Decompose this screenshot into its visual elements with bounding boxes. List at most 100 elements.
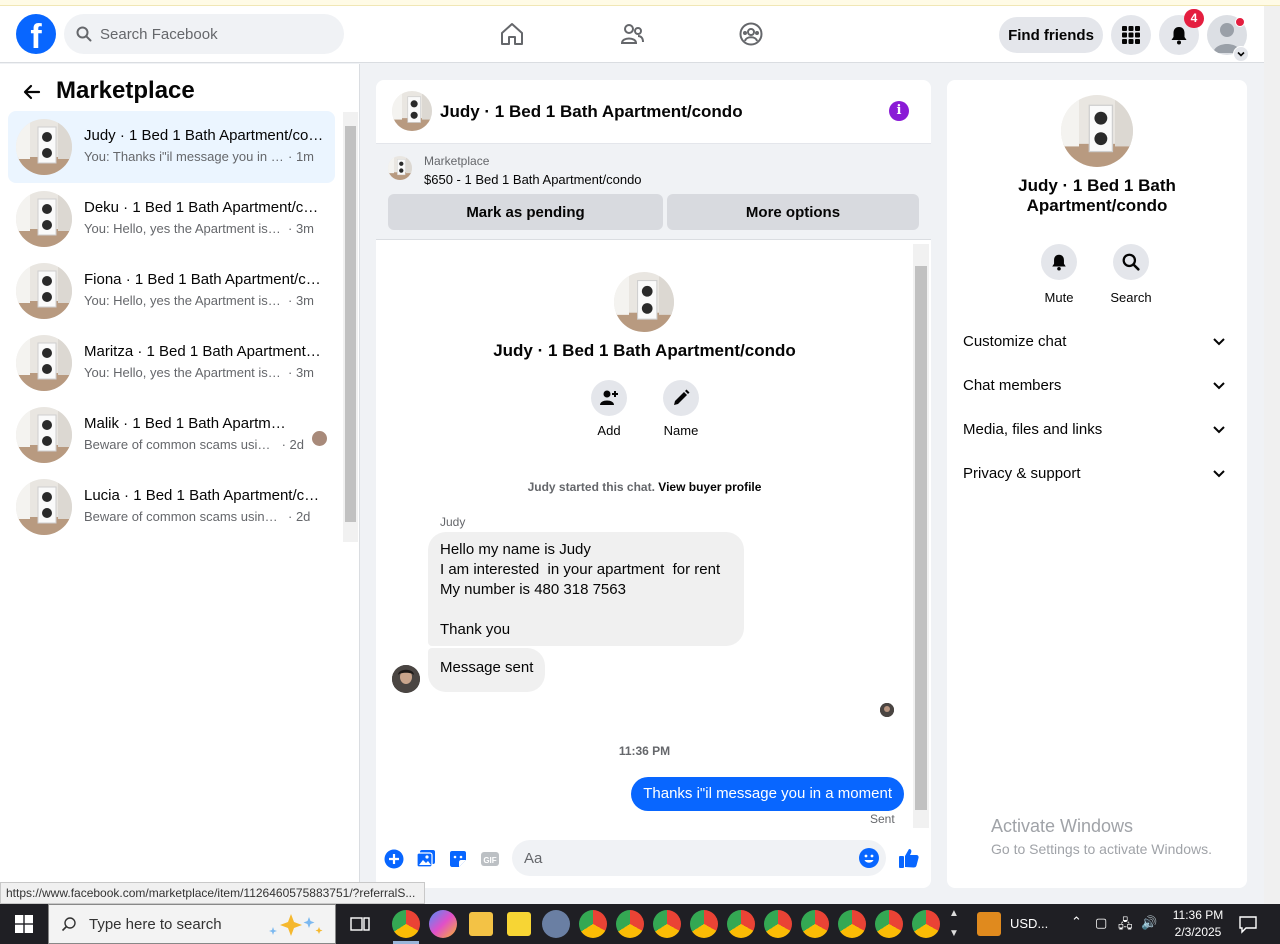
- volume-icon[interactable]: 🔊: [1141, 915, 1157, 931]
- outgoing-message-bubble[interactable]: Thanks i"il message you in a moment: [631, 777, 904, 811]
- message-composer[interactable]: [512, 840, 886, 876]
- chrome-profile-icon[interactable]: [579, 910, 607, 938]
- incoming-message-bubble[interactable]: Hello my name is Judy I am interested in…: [428, 532, 744, 646]
- listing-thumbnail: [16, 191, 72, 247]
- chrome-profile-icon[interactable]: [764, 910, 792, 938]
- mute-button[interactable]: Mute: [1023, 244, 1095, 305]
- grid-menu-icon[interactable]: [1111, 15, 1151, 55]
- view-buyer-profile-link[interactable]: View buyer profile: [658, 480, 761, 494]
- plus-circle-icon[interactable]: [383, 848, 405, 870]
- chrome-app-icon[interactable]: [392, 910, 420, 938]
- windows-start-icon[interactable]: [0, 904, 48, 944]
- conversation-item[interactable]: Judy · 1 Bed 1 Bath Apartment/condo You:…: [8, 111, 335, 183]
- customize-chat-row[interactable]: Customize chat: [955, 321, 1239, 361]
- message-line: I am interested in your apartment for re…: [440, 561, 721, 578]
- currency-widget-icon[interactable]: [977, 912, 1001, 936]
- conversation-name: Fiona · 1 Bed 1 Bath Apartment/condo: [84, 271, 324, 288]
- name-chat-button[interactable]: Name: [651, 380, 711, 438]
- taskbar-overflow-arrows[interactable]: ▲ ▼: [946, 904, 962, 944]
- activate-windows-watermark: Activate Windows Go to Settings to activ…: [991, 816, 1212, 857]
- sticky-notes-icon[interactable]: [507, 912, 531, 936]
- find-friends-button[interactable]: Find friends: [999, 17, 1103, 53]
- conversation-item[interactable]: Maritza · 1 Bed 1 Bath Apartment/condo Y…: [8, 327, 335, 399]
- media-files-links-row[interactable]: Media, files and links: [955, 409, 1239, 449]
- message-line: Hello my name is Judy: [440, 541, 591, 558]
- conversation-item[interactable]: Malik · 1 Bed 1 Bath Apartment/condo Bew…: [8, 399, 335, 471]
- task-view-icon[interactable]: [348, 912, 372, 936]
- link-status-url: https://www.facebook.com/marketplace/ite…: [0, 882, 425, 904]
- search-facebook-box[interactable]: [64, 14, 344, 54]
- privacy-support-row[interactable]: Privacy & support: [955, 453, 1239, 493]
- conversation-snippet: You: Hello, yes the Apartment is still a…: [84, 293, 314, 308]
- photo-icon[interactable]: [415, 848, 437, 870]
- chrome-profile-icon[interactable]: [690, 910, 718, 938]
- paint-app-icon[interactable]: [542, 910, 570, 938]
- listing-thumbnail: [16, 263, 72, 319]
- panel-title: Marketplace: [56, 77, 195, 104]
- conversation-item[interactable]: Deku · 1 Bed 1 Bath Apartment/condo You:…: [8, 183, 335, 255]
- search-input[interactable]: [100, 25, 320, 43]
- conversation-name: Maritza · 1 Bed 1 Bath Apartment/condo: [84, 343, 324, 360]
- chrome-profile-icon[interactable]: [912, 910, 940, 938]
- chat-info-panel: Judy · 1 Bed 1 Bath Apartment/condo Mute…: [947, 80, 1247, 888]
- home-icon[interactable]: [496, 18, 528, 50]
- timestamp-separator: 11:36 PM: [618, 744, 671, 758]
- friends-icon[interactable]: [616, 18, 648, 50]
- tray-chevron-up-icon[interactable]: ⌃: [1071, 914, 1082, 930]
- account-chevron-down-icon[interactable]: [1233, 46, 1249, 62]
- facebook-logo-icon[interactable]: f: [16, 14, 56, 54]
- page-scrollbar[interactable]: [1264, 6, 1280, 904]
- chrome-profile-icon[interactable]: [801, 910, 829, 938]
- chat-scrollbar[interactable]: [913, 244, 929, 828]
- gif-icon[interactable]: GIF: [479, 848, 501, 870]
- groups-icon[interactable]: [735, 18, 767, 50]
- listing-title[interactable]: $650 - 1 Bed 1 Bath Apartment/condo: [424, 172, 642, 187]
- thumbs-up-icon[interactable]: [897, 846, 921, 870]
- copilot-app-icon[interactable]: [429, 910, 457, 938]
- taskbar-clock[interactable]: 11:36 PM 2/3/2025: [1162, 907, 1234, 941]
- conversation-item[interactable]: Lucia · 1 Bed 1 Bath Apartment/condo Bew…: [8, 471, 335, 543]
- more-options-button[interactable]: More options: [667, 194, 919, 230]
- chrome-profile-icon[interactable]: [616, 910, 644, 938]
- chevron-down-icon: [1213, 338, 1225, 346]
- conversation-snippet: You: Hello, yes the Apartment is still a…: [84, 365, 314, 380]
- listing-thumbnail: [388, 156, 412, 180]
- emoji-icon[interactable]: [858, 847, 880, 869]
- currency-widget-text[interactable]: USD...: [1010, 916, 1048, 931]
- tray-device-icon[interactable]: ▢: [1095, 915, 1107, 931]
- scrollbar-thumb[interactable]: [915, 266, 927, 810]
- conversation-snippet: Beware of common scams using payment app…: [84, 509, 311, 524]
- sticker-icon[interactable]: [447, 848, 469, 870]
- clock-date: 2/3/2025: [1174, 925, 1222, 939]
- network-icon[interactable]: 🖧: [1118, 915, 1133, 937]
- chat-started-notice: Judy started this chat. View buyer profi…: [527, 480, 762, 494]
- back-arrow-icon[interactable]: [16, 76, 48, 108]
- pencil-icon: [674, 389, 690, 405]
- notification-center-icon[interactable]: [1238, 914, 1258, 937]
- taskbar-search-box[interactable]: Type here to search: [48, 904, 336, 944]
- conversation-item[interactable]: Fiona · 1 Bed 1 Bath Apartment/condo You…: [8, 255, 335, 327]
- account-status-dot: [1235, 17, 1245, 27]
- search-in-conversation-button[interactable]: Search: [1095, 244, 1167, 305]
- chrome-profile-icon[interactable]: [653, 910, 681, 938]
- file-explorer-icon[interactable]: [469, 912, 493, 936]
- incoming-message-bubble[interactable]: Message sent: [428, 648, 546, 692]
- windows-taskbar: Type here to search ▲ ▼ USD... ⌃ ▢ 🖧 🔊 11…: [0, 904, 1280, 944]
- chrome-profile-icon[interactable]: [727, 910, 755, 938]
- chrome-profile-icon[interactable]: [838, 910, 866, 938]
- add-people-button[interactable]: Add: [579, 380, 639, 438]
- chat-avatar[interactable]: [392, 91, 432, 131]
- sender-avatar[interactable]: [392, 665, 420, 693]
- marketplace-chat-list-panel: Marketplace Judy · 1 Bed 1 Bath Apartmen…: [0, 64, 360, 904]
- scrollbar-thumb[interactable]: [345, 126, 356, 522]
- message-input[interactable]: [524, 840, 854, 876]
- conversation-name: Judy · 1 Bed 1 Bath Apartment/condo: [84, 127, 324, 144]
- chat-title[interactable]: Judy · 1 Bed 1 Bath Apartment/condo: [440, 102, 743, 122]
- mark-as-pending-button[interactable]: Mark as pending: [388, 194, 663, 230]
- chat-list-scrollbar[interactable]: [343, 112, 358, 542]
- chat-members-row[interactable]: Chat members: [955, 365, 1239, 405]
- info-icon[interactable]: i: [889, 101, 909, 121]
- search-icon: [76, 26, 92, 42]
- message-line: [440, 600, 732, 620]
- chrome-profile-icon[interactable]: [875, 910, 903, 938]
